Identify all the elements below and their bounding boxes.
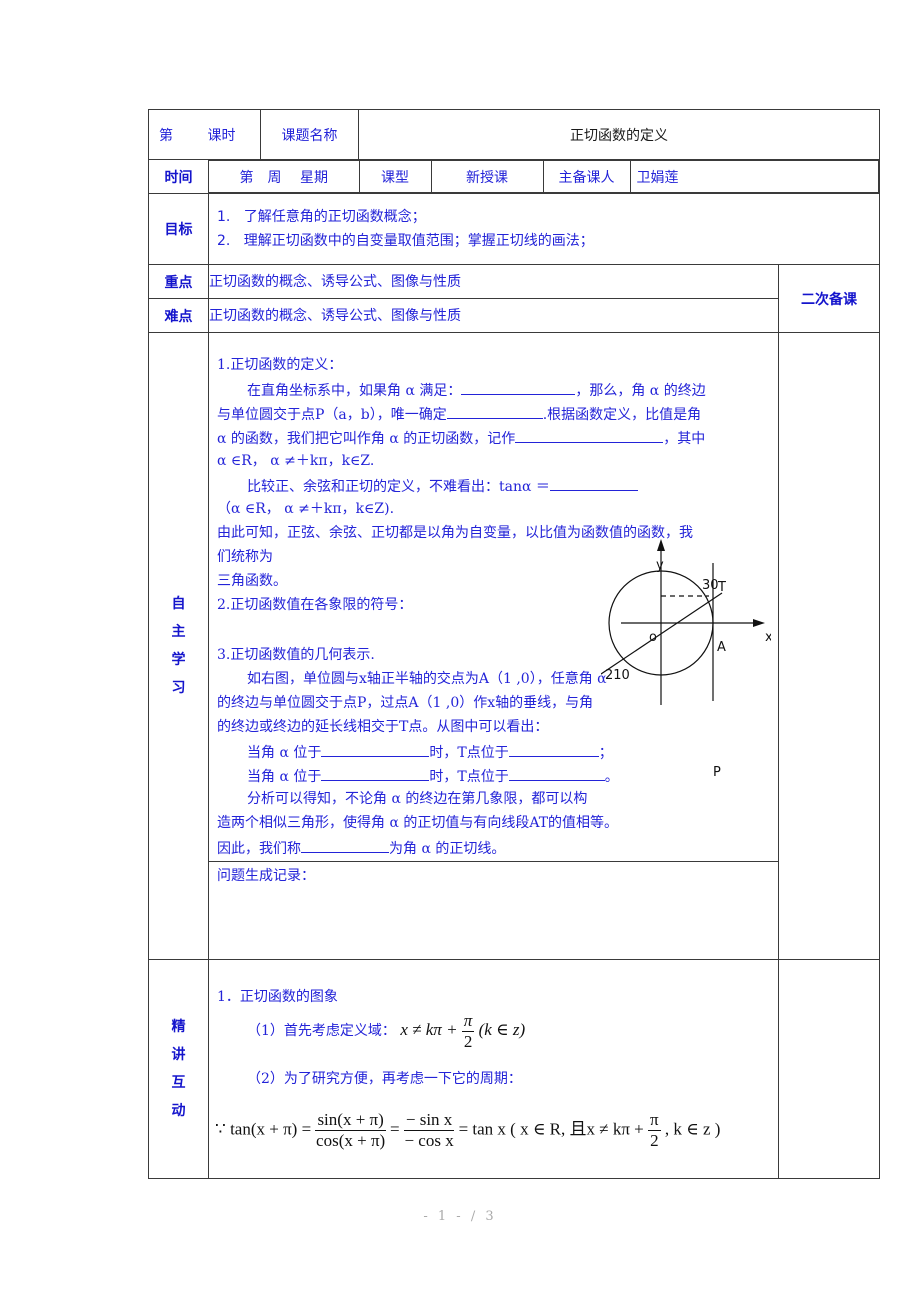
lecture-label: 精 讲 互 动 (148, 959, 209, 1179)
fill-blank[interactable] (549, 475, 638, 491)
lesson-label-b: 课时 (207, 127, 236, 144)
time-label: 时间 (148, 159, 209, 194)
section-heading: 3.正切函数值的几何表示. (217, 647, 375, 663)
unit-circle-diagram: y x o A T 30 210 (601, 539, 771, 705)
text: （1）首先考虑定义域： (247, 1023, 396, 1039)
goal-num: 2. (217, 233, 231, 249)
self-study-label: 自 主 学 习 (148, 332, 209, 960)
label-char: 互 (171, 1075, 186, 1091)
difficulty-label: 难点 (148, 298, 209, 333)
angle-210-label: 210 (605, 668, 630, 683)
label-char: 习 (171, 680, 186, 696)
text-line: 当角 α 位于 时，T点位于； (247, 741, 613, 763)
text-line: α 的函数，我们把它叫作角 α 的正切函数，记作 ，其中 (217, 427, 705, 449)
text-line: 分析可以得知，不论角 α 的终边在第几象限，都可以构 (247, 791, 588, 807)
text-line: 当角 α 位于 时，T点位于。 (247, 765, 619, 787)
label-char: 动 (171, 1103, 186, 1119)
domain-formula: x ≠ kπ + π2 (k ∈ z) (400, 1010, 526, 1051)
section-heading: 1.正切函数的定义： (217, 357, 343, 373)
topic-label: 课题名称 (260, 109, 360, 160)
text-line: 的终边或终边的延长线相交于T点。从图中可以看出： (217, 719, 549, 735)
text-line: （2）为了研究方便，再考虑一下它的周期： (247, 1071, 522, 1087)
text-line: α ∈R， α ≠＋kπ，k∈Z. (217, 453, 375, 469)
label-char: 学 (171, 652, 186, 668)
text-line: 如右图，单位圆与x轴正半轴的交点为A（1 ,0），任意角 α (247, 671, 607, 687)
time-row: 第 周 星期 课型 新授课 主备课人 卫娟莲 (207, 159, 881, 194)
label-char: 精 (171, 1019, 186, 1035)
label-char: 主 (171, 624, 186, 640)
record-cell[interactable]: 问题生成记录： (207, 861, 780, 960)
fill-blank[interactable] (461, 379, 576, 395)
point-a-label: A (717, 640, 726, 655)
fill-blank[interactable] (446, 403, 543, 419)
point-p-label: P (713, 765, 721, 780)
x-axis-arrow-icon (753, 619, 765, 627)
text-line: 的终边与单位圆交于点P，过点A（1 ,0）作x轴的垂线，与角 (217, 695, 594, 711)
goal-item: 1. 了解任意角的正切函数概念； (209, 205, 879, 229)
x-axis-label: x (765, 630, 771, 645)
text-line: 因此，我们称 为角 α 的正切线。 (217, 837, 505, 859)
page-number: - 1 - / 3 (423, 1209, 497, 1224)
self-study-content: 1.正切函数的定义： 在直角坐标系中，如果角 α 满足： ，那么，角 α 的终边 … (207, 332, 780, 862)
section-heading: 2.正切函数值在各象限的符号： (217, 597, 413, 613)
fill-blank[interactable] (321, 741, 430, 757)
lesson-number-cell: 第 课时 (147, 109, 262, 160)
type-value: 新授课 (430, 160, 544, 193)
type-label: 课型 (358, 160, 432, 193)
y-axis-label: y (656, 558, 664, 573)
fill-blank[interactable] (301, 837, 389, 853)
difficulty-text: 正切函数的概念、诱导公式、图像与性质 (207, 298, 780, 333)
preparer-label: 主备课人 (542, 160, 631, 193)
text-line: 比较正、余弦和正切的定义，不难看出：tanα ＝ (247, 475, 638, 497)
topic-title: 正切函数的定义 (358, 109, 881, 160)
fill-blank[interactable] (321, 765, 430, 781)
origin-label: o (649, 630, 657, 645)
text-line: 三角函数。 (217, 573, 287, 589)
fill-blank[interactable] (508, 741, 599, 757)
lesson-plan-table: 第 课时 课题名称 正切函数的定义 时间 第 周 星期 课型 新授课 主备课人 … (147, 109, 881, 1179)
goals-cell: 1. 了解任意角的正切函数概念； 2. 理解正切函数中的自变量取值范围；掌握正切… (207, 193, 881, 265)
text-line: （α ∈R， α ≠＋kπ，k∈Z). (217, 501, 395, 517)
preparer-value: 卫娟莲 (629, 160, 880, 193)
y-axis-arrow-icon (657, 539, 665, 551)
key-point-text: 正切函数的概念、诱导公式、图像与性质 (207, 264, 780, 299)
goal-text: 理解正切函数中的自变量取值范围；掌握正切线的画法； (243, 233, 594, 249)
second-prep-cell (778, 332, 881, 960)
label-char: 自 (171, 596, 186, 612)
goal-item: 2. 理解正切函数中的自变量取值范围；掌握正切线的画法； (209, 229, 879, 253)
text-line: 们统称为 (217, 549, 273, 565)
goals-label: 目标 (148, 193, 209, 265)
lecture-second-prep-cell (778, 959, 881, 1179)
lesson-label-a: 第 (159, 127, 173, 144)
fill-blank[interactable] (515, 427, 664, 443)
goal-num: 1. (217, 209, 231, 225)
key-point-label: 重点 (148, 264, 209, 299)
text-line: 与单位圆交于点P（a，b），唯一确定 .根据函数定义，比值是角 (217, 403, 701, 425)
week-label: 第 周 星期 (209, 160, 360, 193)
text-line: 在直角坐标系中，如果角 α 满足： ，那么，角 α 的终边 (247, 379, 706, 401)
record-label: 问题生成记录： (217, 868, 315, 884)
goal-text: 了解任意角的正切函数概念； (243, 209, 426, 225)
label-char: 讲 (171, 1047, 186, 1063)
angle-30-label: 30 (702, 578, 719, 593)
text-line: 造两个相似三角形，使得角 α 的正切值与有向线段AT的值相等。 (217, 815, 619, 831)
period-formula: ∵ tan(x + π) = sin(x + π) cos(x + π) = − … (215, 1110, 721, 1150)
lecture-content: 1．正切函数的图象 （1）首先考虑定义域： x ≠ kπ + π2 (k ∈ z… (207, 959, 780, 1179)
document-page: 第 课时 课题名称 正切函数的定义 时间 第 周 星期 课型 新授课 主备课人 … (0, 0, 920, 1302)
second-prep-label: 二次备课 (778, 264, 881, 333)
section-heading: 1．正切函数的图象 (217, 989, 338, 1005)
domain-line: （1）首先考虑定义域： x ≠ kπ + π2 (k ∈ z) (247, 1010, 525, 1052)
fill-blank[interactable] (508, 765, 605, 781)
